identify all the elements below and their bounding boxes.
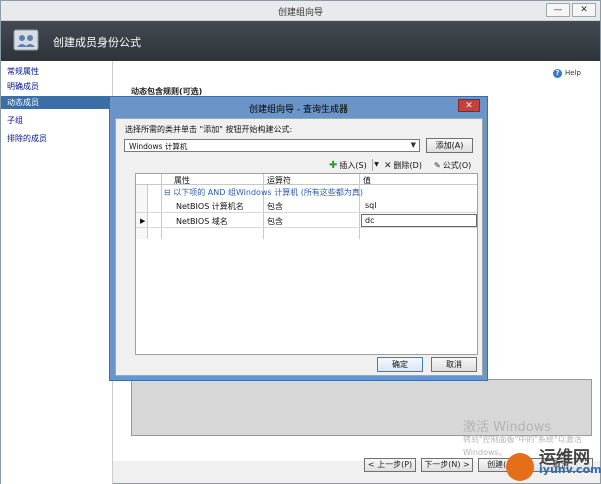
wizard-nav: 常规属性 明确成员 动态成员 子组 排除的成员 — [1, 61, 113, 484]
collapse-icon[interactable]: ⊟ — [164, 188, 171, 197]
table-row[interactable]: ▶ NetBIOS 域名 包含 dc — [136, 214, 477, 228]
activation-watermark-title: 激活 Windows — [463, 420, 552, 435]
criteria-grid[interactable]: 属性 运算符 值 ⊟ 以下项的 AND 组Windows 计算机 (所有这些都为… — [135, 173, 478, 355]
formula-button[interactable]: ✎ 公式(O) — [434, 160, 471, 171]
value-edit-text: dc — [365, 216, 375, 225]
formula-icon: ✎ — [434, 161, 441, 170]
dialog-body: 选择所需的类并单击 "添加" 按钮开始构建公式: Windows 计算机 ▼ 添… — [115, 118, 483, 376]
column-header-operator[interactable]: 运算符 — [267, 175, 291, 186]
class-select[interactable]: Windows 计算机 ▼ — [124, 139, 420, 152]
cell-operator[interactable]: 包含 — [267, 216, 283, 227]
nav-item-dynamic-members[interactable]: 动态成员 — [1, 96, 113, 109]
activation-watermark-line3: Windows。 — [463, 448, 507, 457]
insert-dropdown-arrow-icon[interactable]: ▼ — [372, 159, 380, 171]
value-edit-field[interactable]: dc — [361, 214, 477, 227]
add-button[interactable]: 添加(A) — [426, 138, 473, 153]
insert-label: 插入(S) — [339, 161, 367, 170]
and-group-label: 以下项的 AND 组Windows 计算机 (所有这些都为真) — [173, 188, 363, 197]
site-watermark-url: iyunv.com — [539, 463, 601, 476]
chevron-down-icon[interactable]: ▼ — [411, 141, 416, 149]
plus-icon: ✚ — [329, 160, 338, 171]
dialog-cancel-button[interactable]: 取消 — [431, 357, 477, 372]
group-members-icon — [13, 29, 39, 51]
cell-property[interactable]: NetBIOS 计算机名 — [176, 201, 244, 212]
dialog-instruction: 选择所需的类并单击 "添加" 按钮开始构建公式: — [125, 125, 293, 134]
delete-button[interactable]: ✕ 删除(D) — [384, 160, 422, 171]
nav-item-excluded-members[interactable]: 排除的成员 — [1, 132, 113, 145]
site-logo-icon — [506, 453, 534, 481]
title-bar: 创建组向导 — ✕ — [1, 1, 600, 21]
delete-x-icon: ✕ — [384, 160, 392, 171]
window-title: 创建组向导 — [277, 8, 323, 18]
grid-header: 属性 运算符 值 — [136, 174, 477, 185]
current-row-pointer-icon: ▶ — [140, 217, 146, 225]
dialog-close-button[interactable]: ✕ — [458, 99, 480, 112]
cell-property[interactable]: NetBIOS 域名 — [176, 216, 228, 227]
wizard-header: 创建成员身份公式 — [1, 21, 600, 61]
dialog-title: 创建组向导 - 查询生成器 — [249, 105, 348, 115]
formula-label: 公式(O) — [442, 161, 472, 170]
close-button[interactable]: ✕ — [572, 3, 596, 17]
query-builder-dialog: 创建组向导 - 查询生成器 ✕ 选择所需的类并单击 "添加" 按钮开始构建公式:… — [109, 96, 488, 381]
help-icon[interactable]: ? — [553, 69, 562, 78]
nav-item-general[interactable]: 常规属性 — [1, 65, 113, 78]
page-title: 创建成员身份公式 — [53, 36, 141, 49]
nav-item-subgroups[interactable]: 子组 — [1, 114, 113, 127]
column-header-value[interactable]: 值 — [363, 175, 371, 186]
and-group-row[interactable]: ⊟ 以下项的 AND 组Windows 计算机 (所有这些都为真) — [164, 187, 363, 198]
help-link[interactable]: Help — [565, 69, 581, 77]
minimize-button[interactable]: — — [546, 3, 570, 17]
column-header-property[interactable]: 属性 — [174, 175, 190, 186]
nav-item-explicit-members[interactable]: 明确成员 — [1, 80, 113, 93]
ok-button[interactable]: 确定 — [377, 357, 423, 372]
cell-value[interactable]: sql — [365, 201, 376, 210]
delete-label: 删除(D) — [393, 161, 422, 170]
next-button[interactable]: 下一步(N) > — [421, 458, 473, 472]
insert-button[interactable]: ✚ 插入(S) — [329, 160, 367, 171]
previous-button[interactable]: < 上一步(P) — [364, 458, 416, 472]
cell-operator[interactable]: 包含 — [267, 201, 283, 212]
table-row[interactable]: NetBIOS 计算机名 包含 sql — [136, 199, 477, 213]
class-select-value: Windows 计算机 — [129, 142, 188, 151]
